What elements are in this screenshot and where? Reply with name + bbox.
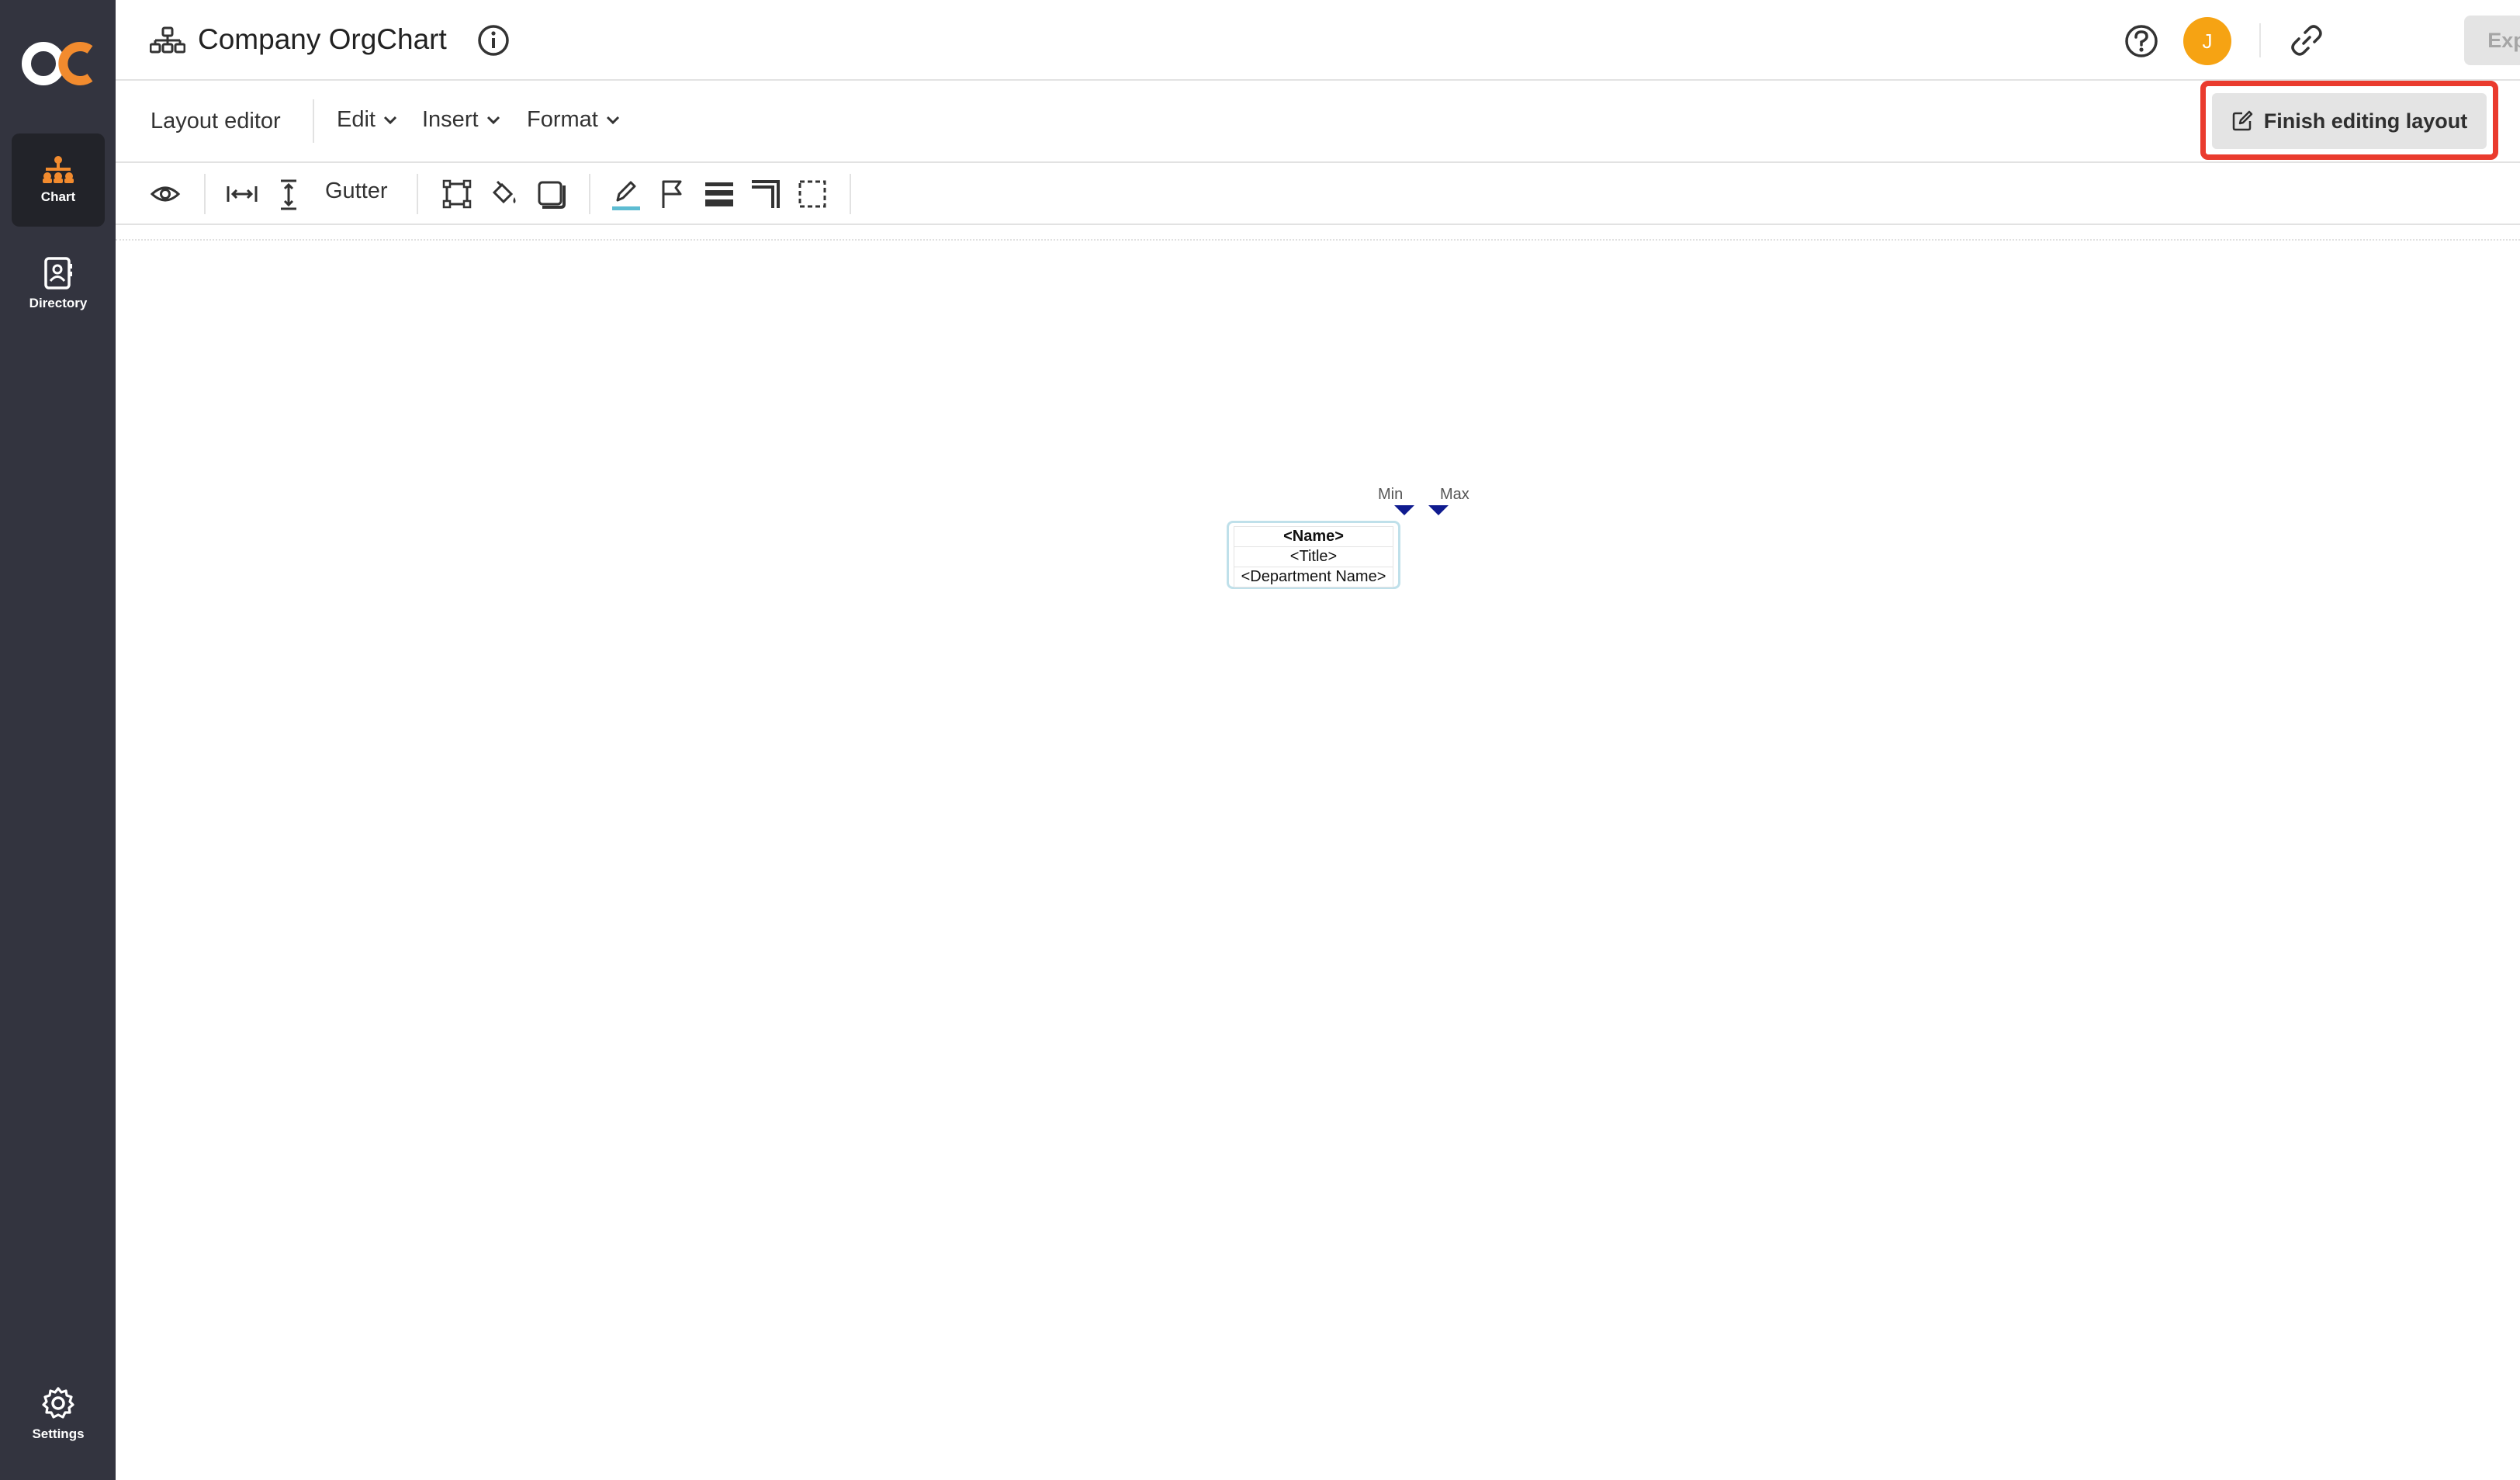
max-marker-label: Max [1440, 486, 1469, 503]
min-marker-handle[interactable] [1394, 505, 1414, 515]
help-icon[interactable] [2124, 23, 2159, 59]
header-divider [2259, 23, 2261, 57]
page-guide-line [116, 239, 2520, 241]
min-marker-label: Min [1378, 486, 1404, 503]
org-chart-icon [43, 156, 74, 183]
export-button[interactable]: Export [2464, 16, 2520, 65]
sidebar-item-chart[interactable]: Chart [12, 133, 105, 227]
shadow-box-icon[interactable] [535, 179, 566, 210]
chevron-down-icon [606, 116, 619, 124]
sidebar-item-directory[interactable]: Directory [12, 237, 105, 331]
toolbar-divider [204, 174, 206, 214]
eye-icon[interactable] [150, 179, 181, 210]
horizontal-spacing-icon[interactable] [226, 179, 258, 210]
menu-bar: Layout editor Edit Insert Format [116, 81, 2520, 163]
finish-label: Finish editing layout [2263, 109, 2468, 133]
gutter-button[interactable]: Gutter [325, 179, 388, 204]
top-header: Company OrgChart J Export [116, 0, 2520, 81]
menu-label: Edit [337, 107, 376, 132]
flag-icon[interactable] [659, 179, 687, 210]
toolbar-divider [589, 174, 590, 214]
dashed-border-icon[interactable] [797, 179, 828, 210]
app-logo[interactable] [20, 36, 98, 92]
toolbar-divider [850, 174, 851, 214]
sidebar-item-settings[interactable]: Settings [12, 1367, 105, 1461]
link-icon[interactable] [2288, 23, 2325, 57]
vertical-spacing-icon[interactable] [275, 179, 302, 211]
line-weight-icon[interactable] [704, 179, 735, 210]
card-name-field[interactable]: <Name> [1234, 526, 1393, 546]
menu-format[interactable]: Format [527, 107, 620, 133]
box-shape-icon[interactable] [441, 179, 472, 210]
menu-label: Insert [422, 107, 479, 132]
gear-icon [42, 1387, 74, 1419]
line-color-icon[interactable] [611, 179, 642, 213]
menu-divider [313, 99, 314, 143]
settings-label: Settings [32, 1426, 85, 1441]
info-icon[interactable] [476, 23, 511, 57]
finish-editing-layout-button[interactable]: Finish editing layout [2212, 93, 2487, 149]
menu-label: Format [527, 107, 598, 132]
menu-edit[interactable]: Edit [337, 107, 397, 133]
org-structure-icon [150, 26, 185, 54]
sidebar: Chart Directory Settings [0, 0, 116, 1480]
page-title: Company OrgChart [198, 23, 447, 55]
org-chart-box-template[interactable]: <Name> <Title> <Department Name> [1227, 521, 1400, 589]
toolbar-divider [417, 174, 418, 214]
max-marker-handle[interactable] [1428, 505, 1449, 515]
corner-style-icon[interactable] [750, 179, 781, 210]
layout-canvas[interactable]: Min Max <Name> <Title> <Department Name> [116, 227, 2520, 1480]
menu-insert[interactable]: Insert [422, 107, 500, 133]
user-avatar[interactable]: J [2183, 17, 2231, 65]
mode-label: Layout editor [151, 109, 281, 133]
format-toolbar: Gutter [116, 163, 2520, 225]
sidebar-item-label: Chart [40, 189, 76, 204]
card-title-field[interactable]: <Title> [1234, 546, 1393, 567]
edit-icon [2232, 110, 2252, 131]
chevron-down-icon [383, 116, 397, 124]
card-department-field[interactable]: <Department Name> [1234, 567, 1393, 587]
contact-book-icon [44, 257, 72, 289]
chevron-down-icon [486, 116, 500, 124]
sidebar-item-label: Directory [29, 296, 88, 310]
export-label: Export [2487, 28, 2520, 52]
fill-color-icon[interactable] [488, 179, 519, 210]
